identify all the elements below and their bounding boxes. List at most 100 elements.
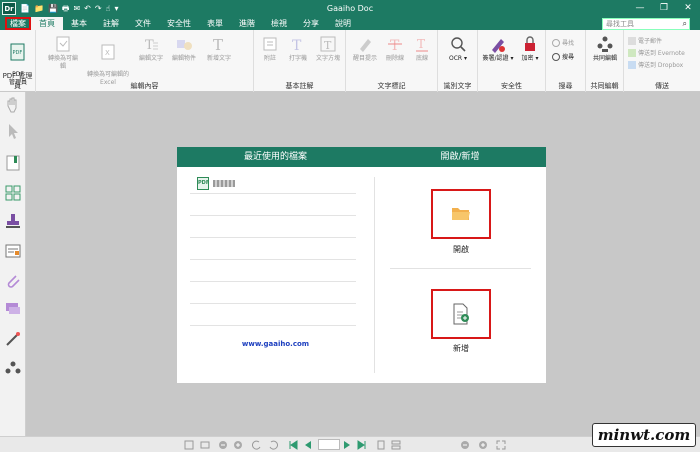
thumbnails-icon[interactable]: [4, 184, 22, 202]
zoom-in-slider-icon[interactable]: [478, 440, 488, 450]
lock-icon: [525, 36, 535, 51]
dropbox-button[interactable]: 傳送到 Dropbox: [628, 60, 683, 69]
next-page-icon[interactable]: [342, 440, 352, 450]
fit-page-icon[interactable]: [184, 440, 194, 450]
tab-file[interactable]: 檔案: [5, 17, 31, 30]
typewriter-icon: T: [292, 38, 302, 53]
stamp-icon[interactable]: [4, 212, 22, 230]
fullscreen-icon[interactable]: [496, 440, 506, 450]
recent-files-title: 最近使用的檔案: [243, 152, 307, 162]
page-number-input[interactable]: [318, 439, 340, 450]
prev-page-icon[interactable]: [303, 440, 313, 450]
rotate-left-icon[interactable]: [252, 440, 262, 450]
attachment-icon[interactable]: [4, 272, 22, 290]
find-button[interactable]: 尋找: [552, 38, 574, 47]
underline-button[interactable]: T 底線: [410, 35, 434, 63]
convert-editable-icon: [56, 36, 70, 52]
ribbon: PDF PDF 管理員 PDF 管理員 轉換為可編輯 X 轉換為可編輯的 Exc…: [0, 30, 700, 92]
select-arrow-icon[interactable]: [4, 122, 22, 140]
rotate-right-icon[interactable]: [268, 440, 278, 450]
group-pdf-manager: PDF PDF 管理員 PDF 管理員: [0, 30, 36, 92]
close-icon[interactable]: ✕: [676, 0, 700, 17]
print-icon[interactable]: 🖶: [62, 4, 70, 14]
group-edit-content: 轉換為可編輯 X 轉換為可編輯的 Excel T 編輯文字 編輯物件 T 新增文…: [36, 30, 254, 92]
tab-document[interactable]: 文件: [127, 17, 159, 30]
save-icon[interactable]: 💾: [48, 4, 58, 14]
tab-basic[interactable]: 基本: [63, 17, 95, 30]
open-folder-icon[interactable]: 📁: [34, 4, 44, 14]
hand-tool-icon[interactable]: ☝: [106, 4, 111, 14]
strikethrough-button[interactable]: T 刪除線: [382, 35, 408, 63]
note-button[interactable]: 附註: [258, 35, 282, 63]
group-label-collab: 共同編輯: [590, 82, 619, 90]
convert-editable-button[interactable]: 轉換為可編輯: [46, 35, 80, 71]
comments-icon[interactable]: [4, 300, 22, 318]
sign-certify-button[interactable]: 簽署/認證 ▾: [481, 35, 515, 63]
search-docs-icon: [552, 52, 560, 61]
continuous-page-icon[interactable]: [391, 440, 401, 450]
tab-forms[interactable]: 表單: [199, 17, 231, 30]
group-ocr: OCR ▾ 識別文字: [438, 30, 478, 92]
encrypt-button[interactable]: 加密 ▾: [518, 35, 542, 63]
customize-qat-icon[interactable]: ▾: [114, 4, 118, 14]
typewriter-button[interactable]: T 打字機: [284, 35, 312, 63]
textbox-button[interactable]: T 文字方塊: [312, 35, 344, 63]
magic-wand-icon[interactable]: [4, 330, 22, 348]
tab-annotate[interactable]: 註解: [95, 17, 127, 30]
hand-icon[interactable]: [4, 96, 22, 114]
redo-icon[interactable]: ↷: [95, 4, 102, 14]
highlight-button[interactable]: 醒目提示: [350, 35, 380, 63]
fit-width-icon[interactable]: [200, 440, 210, 450]
svg-text:T: T: [213, 36, 223, 53]
add-text-button[interactable]: T 新增文字: [204, 35, 234, 63]
tab-share[interactable]: 分享: [295, 17, 327, 30]
svg-text:T: T: [390, 38, 400, 53]
search-button[interactable]: 搜尋: [552, 52, 574, 61]
folder-icon: [452, 208, 470, 220]
edit-text-icon: T: [145, 38, 158, 53]
users-panel-icon[interactable]: [4, 360, 22, 378]
tab-view[interactable]: 檢視: [263, 17, 295, 30]
ocr-button[interactable]: OCR ▾: [444, 35, 472, 63]
last-page-icon[interactable]: [357, 440, 367, 450]
group-security: 簽署/認證 ▾ 加密 ▾ 安全性: [478, 30, 546, 92]
convert-excel-button[interactable]: X 轉換為可編輯的 Excel: [84, 35, 132, 87]
ocr-icon: [451, 37, 466, 52]
email-icon[interactable]: ✉: [73, 4, 80, 14]
minimize-icon[interactable]: —: [628, 0, 652, 17]
new-doc-icon[interactable]: 📄: [20, 4, 30, 14]
edit-text-button[interactable]: T 編輯文字: [136, 35, 166, 63]
zoom-in-icon[interactable]: [233, 440, 243, 450]
zoom-out-icon[interactable]: [218, 440, 228, 450]
undo-icon[interactable]: ↶: [84, 4, 91, 14]
tab-security[interactable]: 安全性: [159, 17, 199, 30]
svg-text:T: T: [417, 37, 425, 51]
co-edit-button[interactable]: 共同編輯: [588, 35, 622, 63]
edit-object-button[interactable]: 編輯物件: [169, 35, 199, 63]
open-button[interactable]: [431, 189, 491, 239]
maximize-icon[interactable]: ❐: [652, 0, 676, 17]
group-send: 電子郵件 傳送到 Evernote 傳送到 Dropbox 傳送: [624, 30, 700, 92]
zoom-out-slider-icon[interactable]: [460, 440, 470, 450]
svg-text:T: T: [324, 39, 332, 52]
svg-text:T: T: [145, 38, 154, 53]
bookmark-panel-icon[interactable]: [4, 154, 22, 172]
first-page-icon[interactable]: [288, 440, 298, 450]
group-basic-annotation: 附註 T 打字機 T 文字方塊 基本註解: [254, 30, 346, 92]
website-link[interactable]: www.gaaiho.com: [177, 340, 374, 348]
left-toolbar: [0, 92, 26, 436]
search-icon[interactable]: ⌕: [683, 19, 687, 29]
single-page-icon[interactable]: [376, 440, 386, 450]
email-send-button[interactable]: 電子郵件: [628, 36, 662, 45]
new-button[interactable]: [431, 289, 491, 339]
evernote-button[interactable]: 傳送到 Evernote: [628, 48, 685, 57]
tab-home[interactable]: 首頁: [31, 17, 63, 30]
tool-search-input[interactable]: 尋找工具 ⌕: [602, 18, 690, 30]
watermark-logo: minwt.com: [592, 423, 696, 447]
add-text-icon: T: [213, 36, 223, 53]
tab-advanced[interactable]: 進階: [231, 17, 263, 30]
tab-help[interactable]: 說明: [327, 17, 359, 30]
form-fields-icon[interactable]: [4, 242, 22, 260]
new-label: 新增: [453, 344, 469, 353]
recent-row: [190, 238, 356, 260]
